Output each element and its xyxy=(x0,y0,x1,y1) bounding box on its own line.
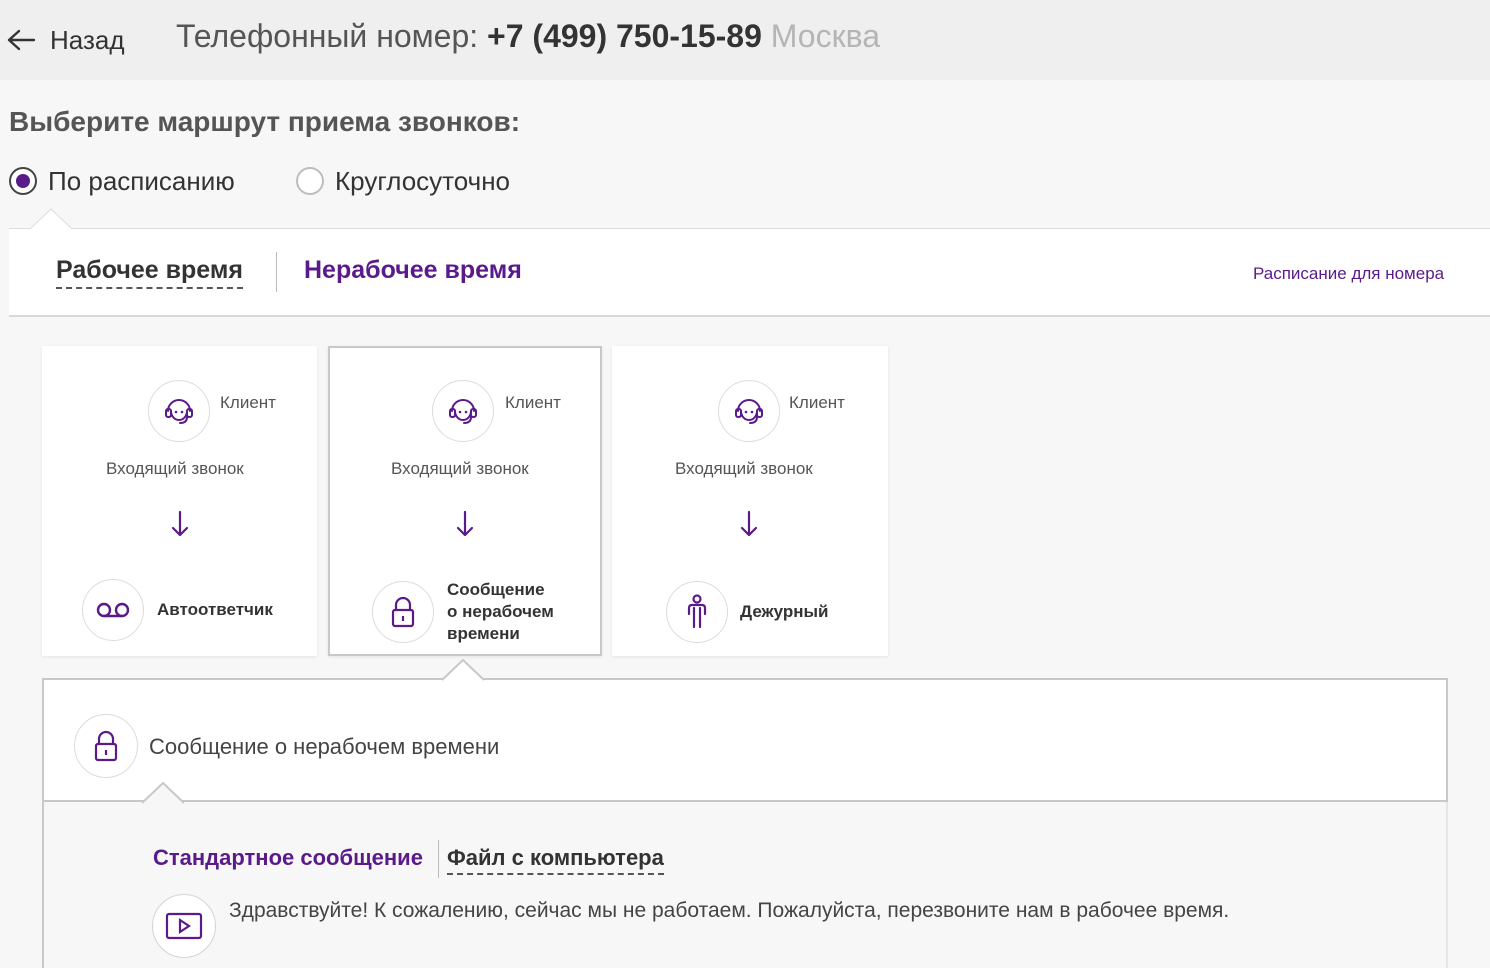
lock-circle xyxy=(372,581,434,643)
arrow-left-icon xyxy=(6,28,36,52)
lock-icon xyxy=(94,730,118,762)
phone-city: Москва xyxy=(770,18,881,54)
radio-unchecked-icon xyxy=(296,167,324,195)
play-icon xyxy=(165,912,203,940)
duty-circle xyxy=(666,581,728,643)
phone-number: +7 (499) 750-15-89 xyxy=(487,18,762,54)
client-avatar xyxy=(432,380,494,442)
voicemail-icon xyxy=(96,602,130,618)
message-pointer xyxy=(142,781,184,805)
phone-prefix: Телефонный номер: xyxy=(176,18,479,54)
radio-scheduled[interactable]: По расписанию xyxy=(9,164,235,198)
radio-scheduled-label: По расписанию xyxy=(48,165,235,196)
tab-divider xyxy=(276,252,277,292)
client-label: Клиент xyxy=(789,393,845,412)
incoming-call-label: Входящий звонок xyxy=(106,459,244,478)
detail-lock-circle xyxy=(74,714,138,778)
voicemail-circle xyxy=(82,579,144,641)
client-label: Клиент xyxy=(220,393,276,412)
destination-label: Дежурный xyxy=(740,602,829,621)
arrow-down-icon xyxy=(456,510,474,537)
incoming-call-label: Входящий звонок xyxy=(391,459,529,478)
arrow-down-icon xyxy=(740,510,758,537)
tab-working-hours[interactable]: Рабочее время xyxy=(56,256,243,289)
headset-icon xyxy=(449,399,477,424)
client-avatar xyxy=(718,380,780,442)
destination-label: Сообщение о нерабочем времени xyxy=(447,579,554,645)
panel-pointer xyxy=(30,208,72,230)
tab-off-hours[interactable]: Нерабочее время xyxy=(304,256,522,285)
route-card-voicemail[interactable]: Клиент Входящий звонок Автоответчик xyxy=(42,346,317,656)
tab-standard-message[interactable]: Стандартное сообщение xyxy=(153,845,423,871)
destination-line: времени xyxy=(447,624,520,643)
radio-checked-icon xyxy=(9,167,37,195)
message-settings xyxy=(42,802,1448,968)
back-button[interactable]: Назад xyxy=(6,22,125,58)
route-heading: Выберите маршрут приема звонков: xyxy=(9,106,521,137)
route-card-duty[interactable]: Клиент Входящий звонок Дежурный xyxy=(612,346,888,656)
radio-24h[interactable]: Круглосуточно xyxy=(296,164,510,198)
back-label: Назад xyxy=(50,24,125,55)
play-message-button[interactable] xyxy=(152,894,216,958)
tab-divider xyxy=(438,840,439,878)
route-card-offhours-message[interactable]: Клиент Входящий звонок Сообщение о нераб… xyxy=(328,346,602,656)
arrow-down-icon xyxy=(171,510,189,537)
destination-line: о нерабочем xyxy=(447,602,554,621)
headset-icon xyxy=(165,399,193,424)
headset-icon xyxy=(735,399,763,424)
page-title: Телефонный номер: +7 (499) 750-15-89 Мос… xyxy=(176,18,880,55)
tab-file-upload[interactable]: Файл с компьютера xyxy=(447,845,664,875)
schedule-link[interactable]: Расписание для номера xyxy=(1253,264,1444,284)
detail-pointer xyxy=(442,659,484,681)
detail-title: Сообщение о нерабочем времени xyxy=(149,734,500,759)
message-text: Здравствуйте! К сожалению, сейчас мы не … xyxy=(229,899,1230,922)
lock-icon xyxy=(391,596,415,628)
incoming-call-label: Входящий звонок xyxy=(675,459,813,478)
client-avatar xyxy=(148,380,210,442)
person-icon xyxy=(687,594,707,629)
destination-line: Сообщение xyxy=(447,580,545,599)
radio-24h-label: Круглосуточно xyxy=(335,165,511,196)
client-label: Клиент xyxy=(505,393,561,412)
destination-label: Автоответчик xyxy=(157,600,273,619)
